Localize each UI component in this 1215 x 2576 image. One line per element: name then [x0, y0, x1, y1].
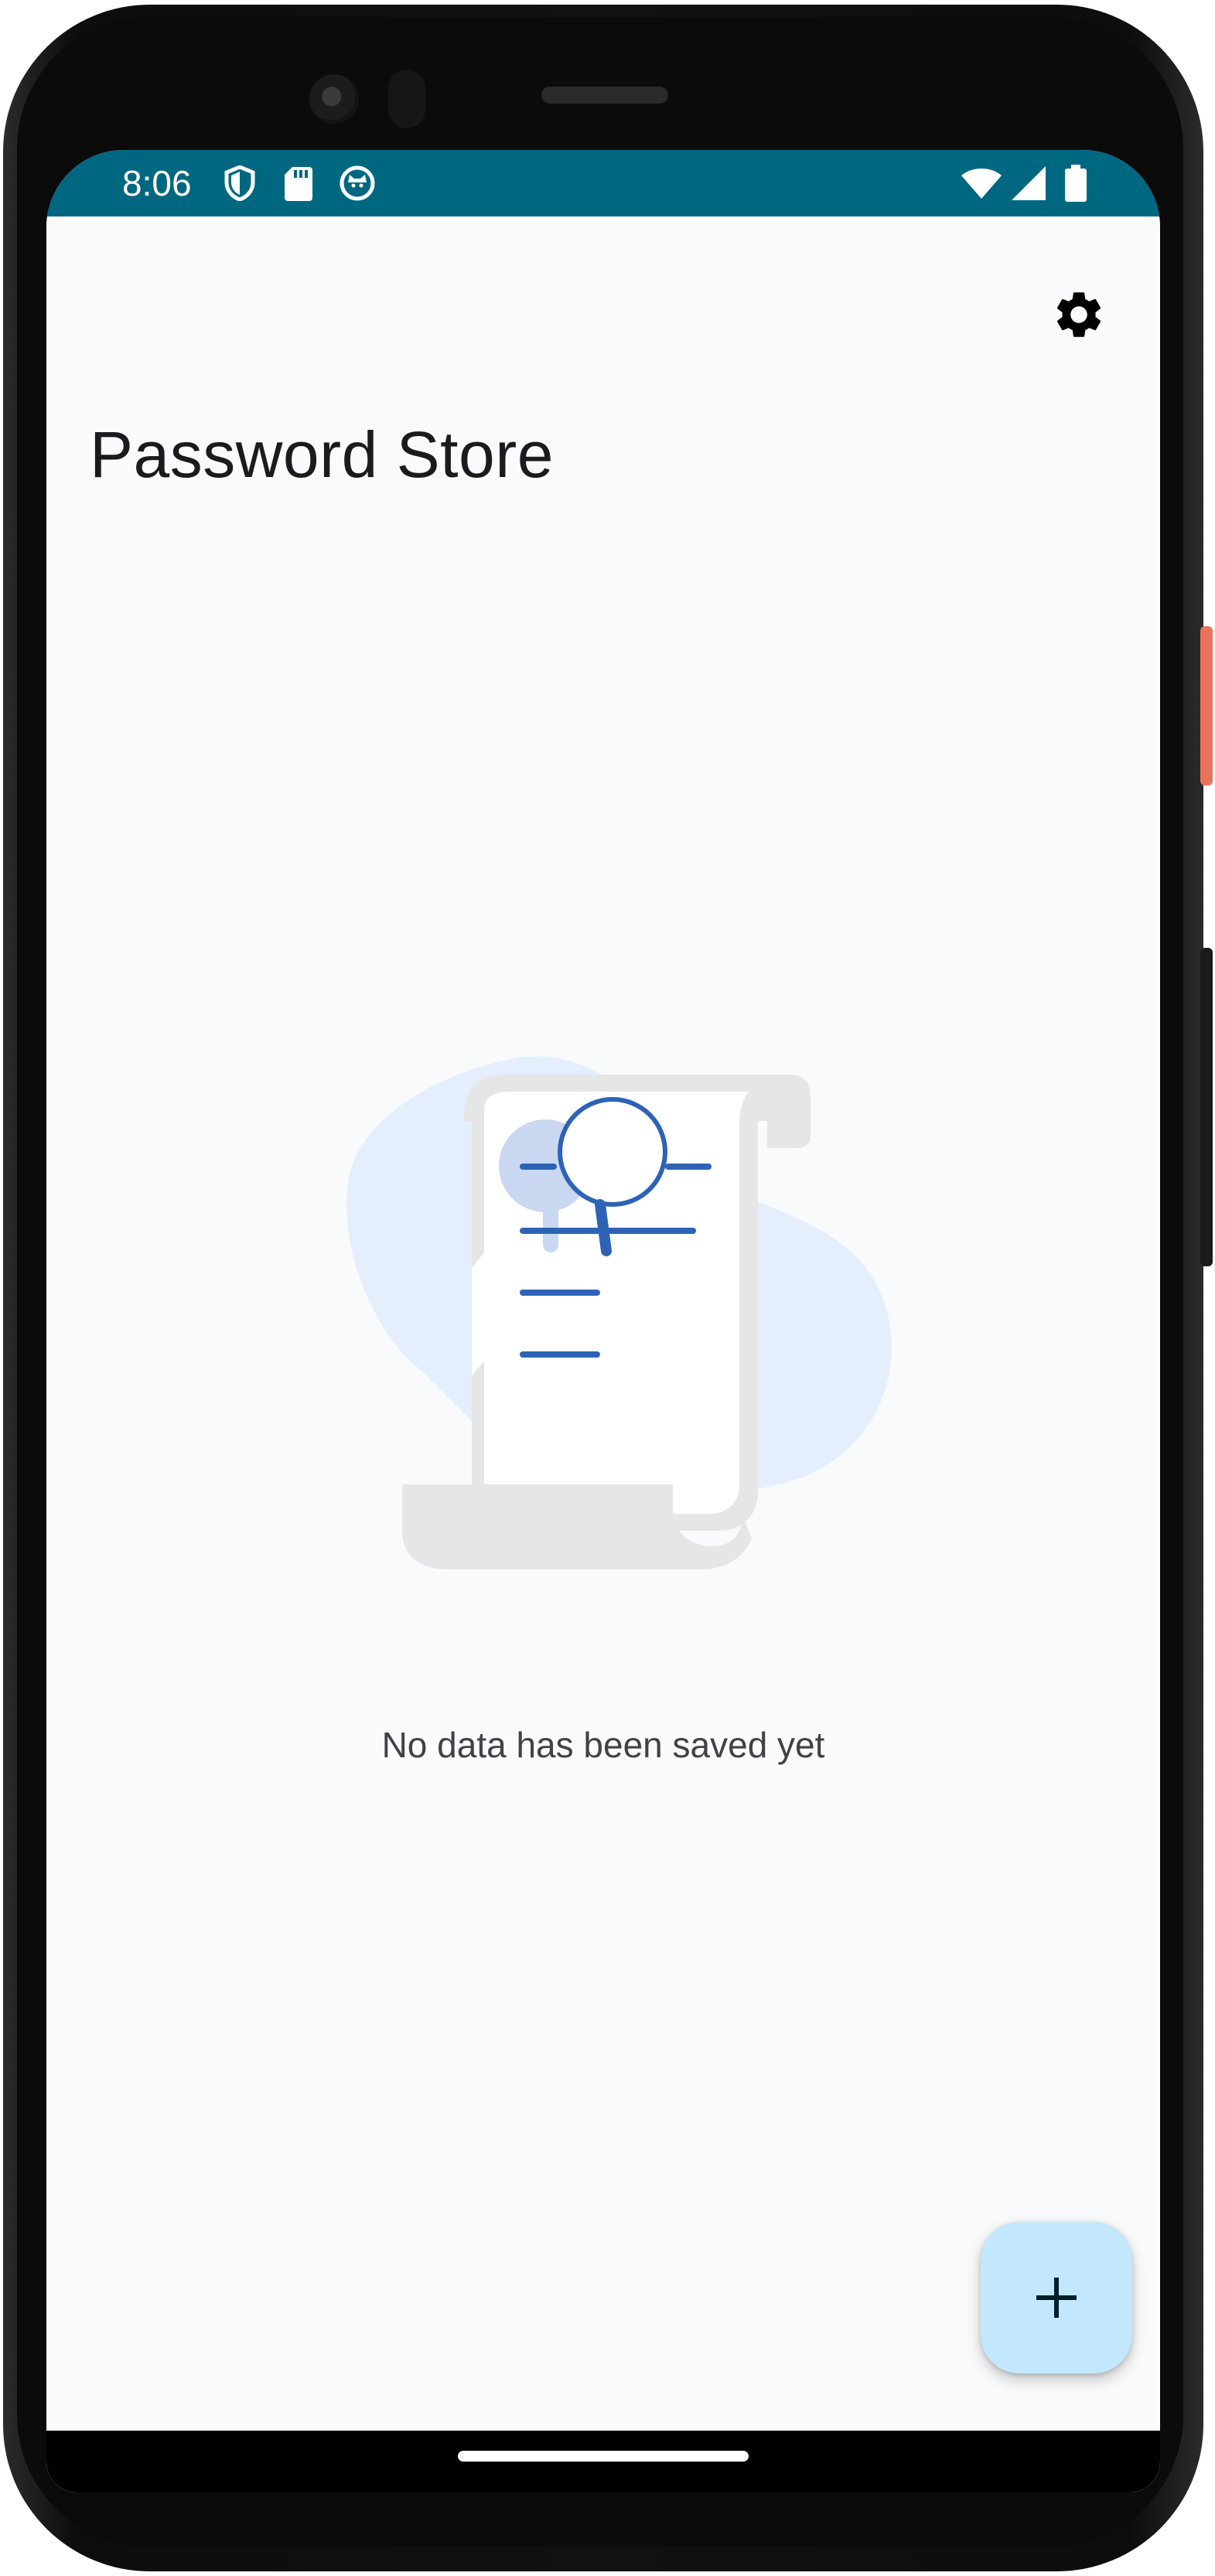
home-gesture-handle[interactable] — [458, 2451, 749, 2462]
phone-mockup: 8:06 Password Store No data has been sav… — [0, 0, 1215, 2576]
add-password-button[interactable] — [981, 2222, 1132, 2373]
gear-icon — [1051, 287, 1107, 342]
main-content: Password Store No data has been saved ye… — [46, 216, 1160, 2493]
screen: 8:06 Password Store No data has been sav… — [46, 150, 1160, 2493]
wifi-icon — [959, 164, 1004, 203]
cellular-signal-icon — [1010, 164, 1047, 203]
vpn-shield-icon — [223, 164, 257, 203]
status-bar: 8:06 — [46, 150, 1160, 216]
cat-notification-icon — [339, 164, 376, 203]
power-button — [1200, 626, 1213, 785]
settings-button[interactable] — [1036, 272, 1121, 357]
earpiece-speaker — [541, 87, 668, 104]
front-camera — [309, 74, 359, 124]
status-time: 8:06 — [122, 163, 192, 203]
empty-state-message: No data has been saved yet — [381, 1725, 825, 1765]
volume-button — [1200, 948, 1213, 1266]
sd-card-icon — [283, 164, 314, 203]
navigation-bar — [46, 2431, 1160, 2493]
page-title: Password Store — [90, 418, 554, 491]
plus-icon — [1035, 2276, 1078, 2319]
proximity-sensor — [388, 70, 425, 128]
battery-icon — [1064, 164, 1087, 203]
empty-state-illustration — [309, 1036, 959, 1593]
